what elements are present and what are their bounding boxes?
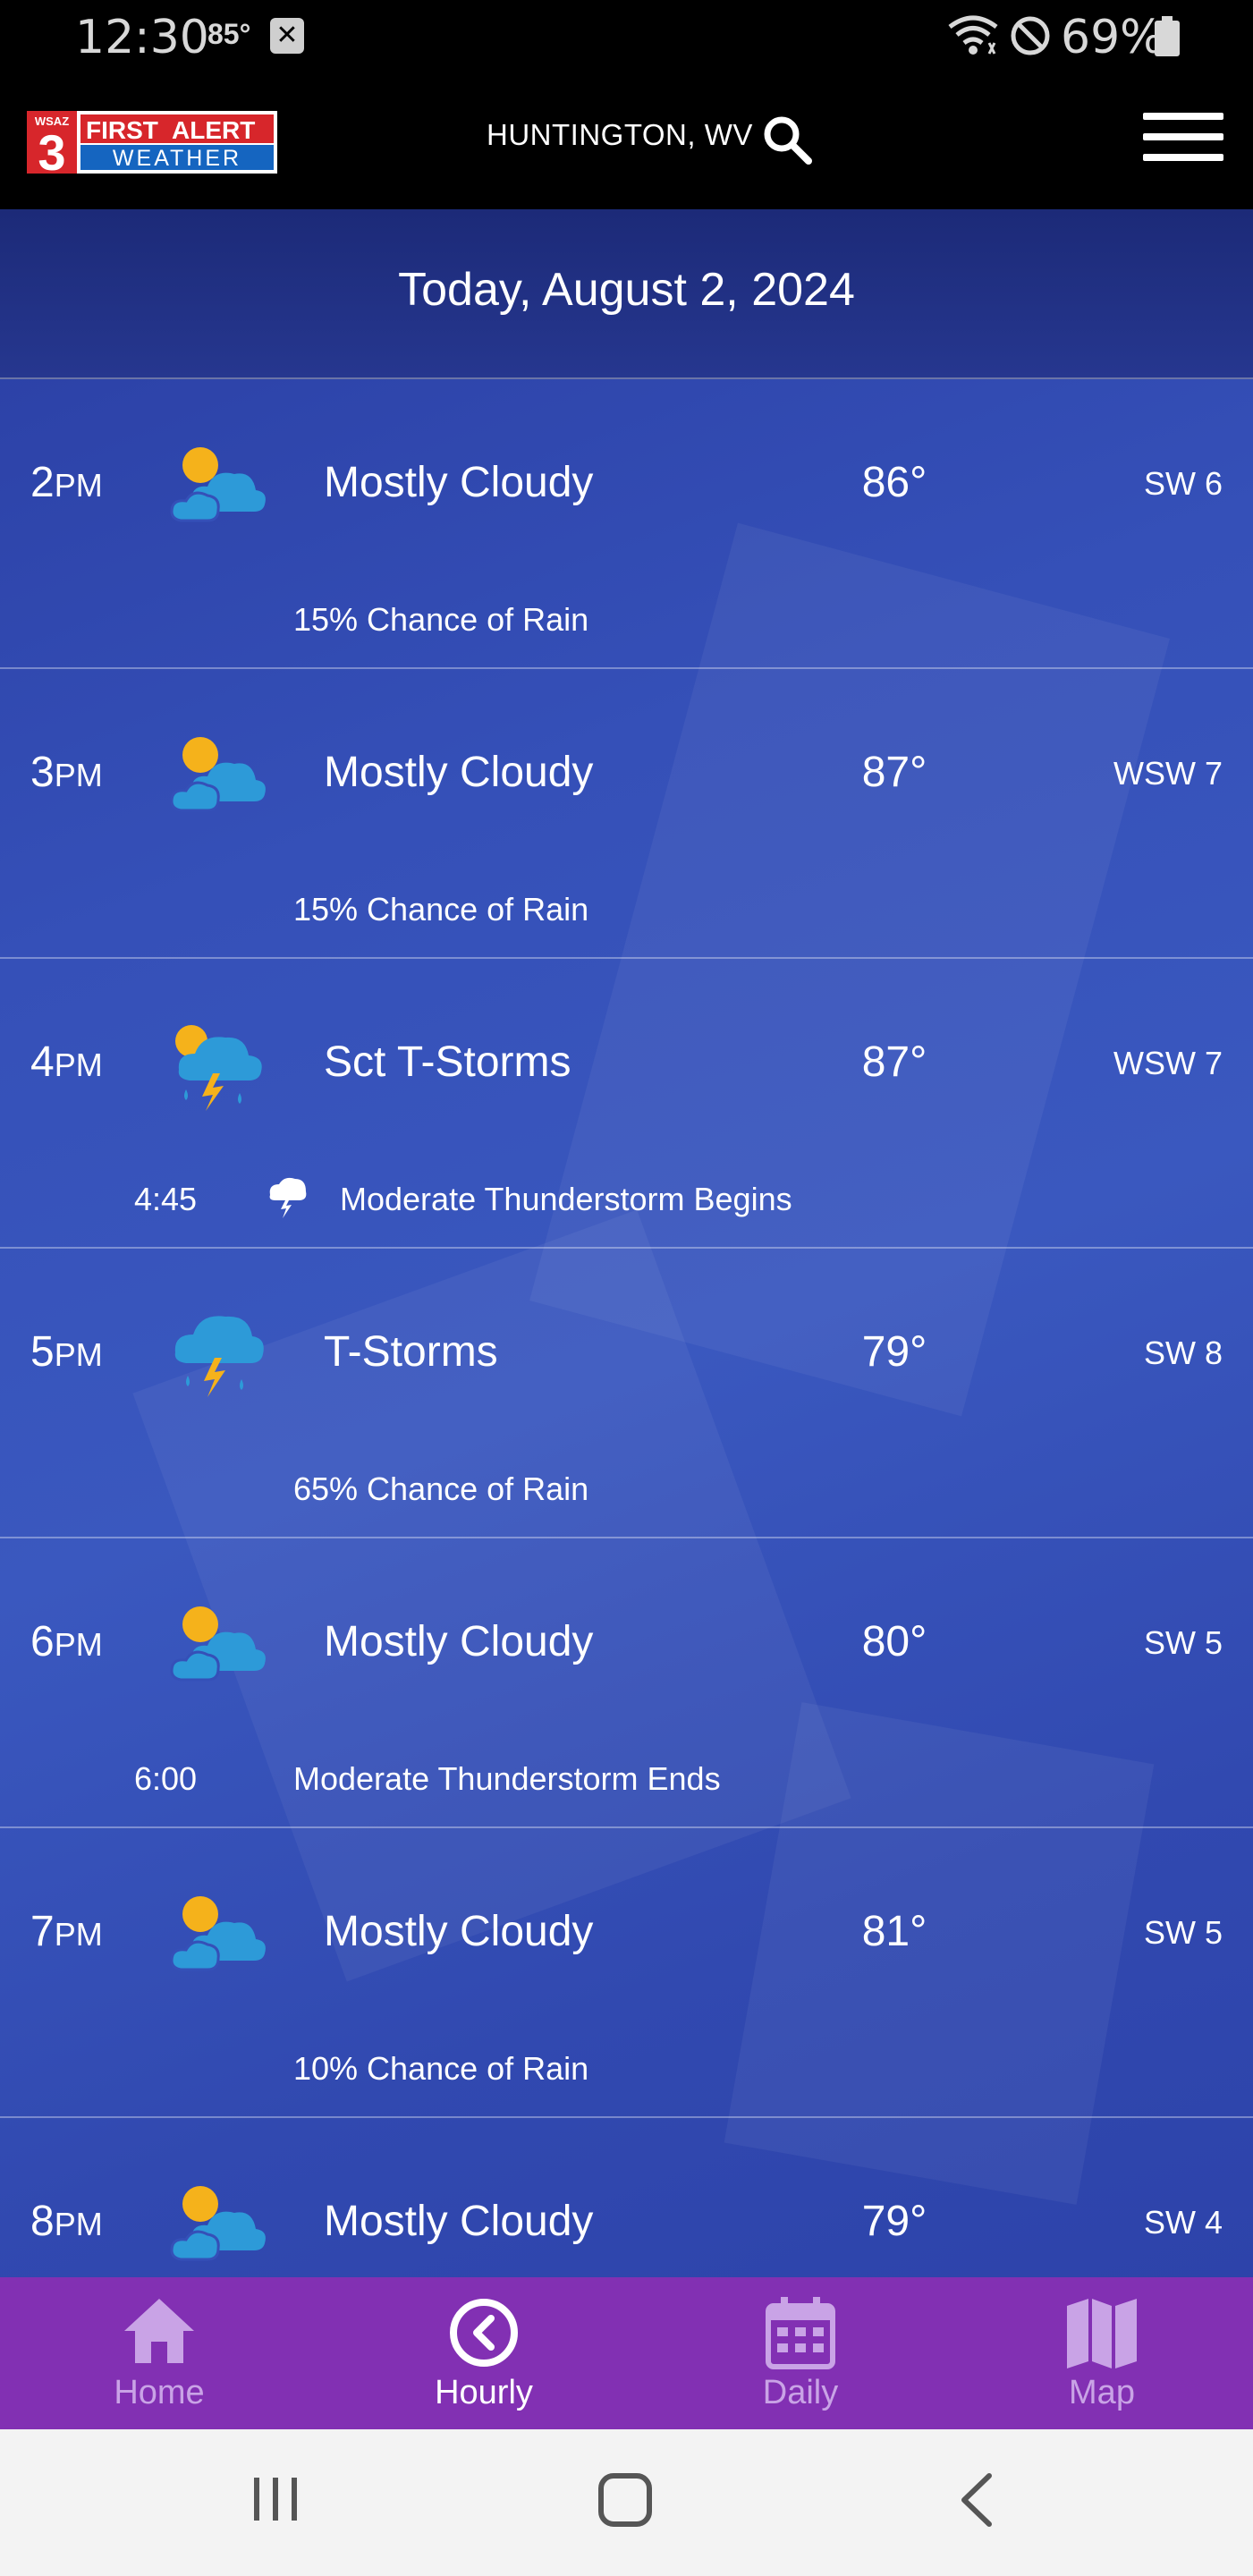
app-header: WSAZ 3 FIRST ALERT WEATHER HUNTINGTON, W… bbox=[0, 73, 1253, 209]
hour-label: 7PM bbox=[30, 1908, 103, 1955]
rain-chance-label: 65% Chance of Rain bbox=[293, 1470, 589, 1507]
wind-label: SW 5 bbox=[1143, 1624, 1223, 1661]
nav-map-label: Map bbox=[1069, 2374, 1135, 2411]
condition-label: Mostly Cloudy bbox=[324, 749, 594, 796]
wind-label: SW 8 bbox=[1143, 1335, 1223, 1371]
svg-text:FIRST: FIRST bbox=[86, 116, 158, 144]
status-bar: 12:30 85° ✕ 69% bbox=[0, 0, 1253, 73]
hour-row-4pm[interactable]: 4PM Sct T-Storms 87° WSW 7 4:45 Moderate… bbox=[0, 959, 1253, 1249]
bottom-navigation: Home Hourly Daily Map bbox=[0, 2277, 1253, 2429]
hour-row-8pm[interactable]: 8PM Mostly Cloudy 79° SW 4 bbox=[0, 2118, 1253, 2277]
hour-label: 6PM bbox=[30, 1618, 103, 1665]
svg-text:3: 3 bbox=[38, 124, 65, 174]
temperature-label: 80° bbox=[861, 1618, 927, 1665]
wifi-icon bbox=[948, 15, 998, 55]
clock-icon bbox=[450, 2299, 518, 2367]
nav-hourly[interactable]: Hourly bbox=[372, 2277, 596, 2429]
location-label[interactable]: HUNTINGTON, WV bbox=[487, 118, 753, 152]
temperature-label: 86° bbox=[861, 459, 927, 506]
rain-chance-label: 15% Chance of Rain bbox=[293, 891, 589, 928]
hour-label: 4PM bbox=[30, 1038, 103, 1086]
nav-hourly-label: Hourly bbox=[435, 2374, 533, 2411]
wind-label: SW 5 bbox=[1143, 1914, 1223, 1951]
hour-label: 5PM bbox=[30, 1328, 103, 1376]
nav-home-label: Home bbox=[114, 2374, 205, 2411]
svg-text:WEATHER: WEATHER bbox=[113, 146, 241, 171]
partly-cloudy-icon bbox=[170, 2186, 266, 2261]
event-time-label: 6:00 bbox=[134, 1760, 198, 1797]
nav-daily-label: Daily bbox=[762, 2374, 839, 2411]
home-icon bbox=[124, 2299, 194, 2363]
hourly-forecast[interactable]: Today, August 2, 2024 2PM Mostly Cloudy … bbox=[0, 209, 1253, 2277]
wind-label: SW 4 bbox=[1143, 2204, 1223, 2241]
temperature-label: 87° bbox=[861, 1038, 927, 1086]
home-button-icon[interactable] bbox=[597, 2472, 653, 2528]
status-temperature: 85° bbox=[207, 18, 251, 50]
condition-label: Mostly Cloudy bbox=[324, 1618, 594, 1665]
back-icon[interactable] bbox=[955, 2472, 996, 2528]
wind-label: SW 6 bbox=[1143, 465, 1223, 502]
temperature-label: 79° bbox=[861, 1328, 927, 1376]
partly-cloudy-icon bbox=[170, 737, 266, 812]
status-time: 12:30 bbox=[75, 11, 209, 64]
hour-row-3pm[interactable]: 3PM Mostly Cloudy 87° WSW 7 15% Chance o… bbox=[0, 669, 1253, 959]
first-alert-weather-logo[interactable]: WSAZ 3 FIRST ALERT WEATHER bbox=[27, 111, 277, 181]
nav-daily[interactable]: Daily bbox=[689, 2277, 912, 2429]
battery-percent: 69% bbox=[1061, 11, 1164, 64]
nav-map[interactable]: Map bbox=[990, 2277, 1214, 2429]
hour-label: 2PM bbox=[30, 459, 103, 506]
rain-chance-label: 15% Chance of Rain bbox=[293, 601, 589, 638]
notification-icon: ✕ bbox=[270, 18, 304, 54]
temperature-label: 79° bbox=[861, 2198, 927, 2245]
partly-cloudy-icon bbox=[170, 1896, 266, 1971]
wind-label: WSW 7 bbox=[1113, 755, 1223, 792]
event-description: Moderate Thunderstorm Begins bbox=[340, 1181, 792, 1217]
condition-label: Mostly Cloudy bbox=[324, 459, 594, 506]
partly-cloudy-icon bbox=[170, 447, 266, 522]
condition-label: Mostly Cloudy bbox=[324, 1908, 594, 1955]
event-time-label: 4:45 bbox=[134, 1181, 198, 1217]
date-label: Today, August 2, 2024 bbox=[398, 264, 855, 316]
event-description: Moderate Thunderstorm Ends bbox=[293, 1760, 721, 1797]
nav-home[interactable]: Home bbox=[47, 2277, 271, 2429]
rain-chance-label: 10% Chance of Rain bbox=[293, 2050, 589, 2087]
hour-label: 3PM bbox=[30, 749, 103, 796]
search-icon[interactable] bbox=[760, 113, 814, 166]
condition-label: T-Storms bbox=[324, 1328, 498, 1376]
hour-label: 8PM bbox=[30, 2198, 103, 2245]
date-header: Today, August 2, 2024 bbox=[0, 209, 1253, 379]
recent-apps-icon[interactable] bbox=[250, 2472, 301, 2526]
do-not-disturb-icon bbox=[1011, 16, 1050, 55]
temperature-label: 81° bbox=[861, 1908, 927, 1955]
condition-label: Sct T-Storms bbox=[324, 1038, 571, 1086]
battery-icon bbox=[1155, 16, 1180, 56]
hour-row-2pm[interactable]: 2PM Mostly Cloudy 86° SW 6 15% Chance of… bbox=[0, 379, 1253, 669]
system-navigation-bar bbox=[0, 2429, 1253, 2576]
hour-row-7pm[interactable]: 7PM Mostly Cloudy 81° SW 5 10% Chance of… bbox=[0, 1828, 1253, 2118]
sun-thunderstorm-icon bbox=[175, 1025, 262, 1111]
condition-label: Mostly Cloudy bbox=[324, 2198, 594, 2245]
hour-row-5pm[interactable]: 5PM T-Storms 79° SW 8 65% Chance of Rain bbox=[0, 1249, 1253, 1538]
thunderstorm-small-icon bbox=[269, 1177, 307, 1218]
temperature-label: 87° bbox=[861, 749, 927, 796]
calendar-icon bbox=[766, 2297, 835, 2369]
hour-row-6pm[interactable]: 6PM Mostly Cloudy 80° SW 5 6:00 Moderate… bbox=[0, 1538, 1253, 1828]
thunderstorm-icon bbox=[174, 1316, 264, 1397]
map-icon bbox=[1067, 2299, 1137, 2368]
partly-cloudy-icon bbox=[170, 1606, 266, 1682]
wind-label: WSW 7 bbox=[1113, 1045, 1223, 1081]
hamburger-menu-icon[interactable] bbox=[1143, 113, 1223, 168]
svg-text:ALERT: ALERT bbox=[172, 116, 255, 144]
